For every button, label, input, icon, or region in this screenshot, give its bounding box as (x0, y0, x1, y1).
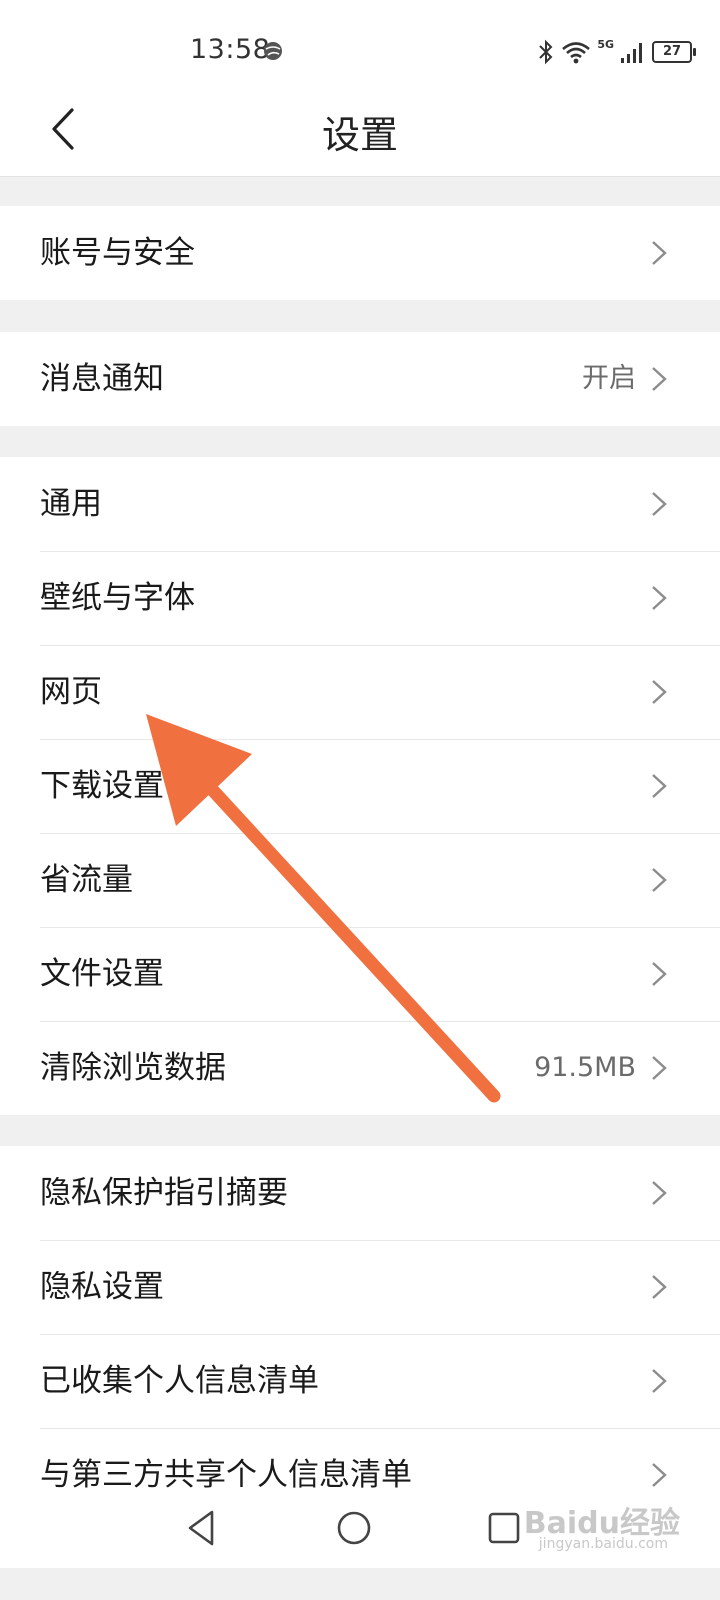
nav-home-icon[interactable] (332, 1506, 376, 1550)
settings-item-value: 开启 (582, 363, 636, 394)
settings-item-label: 隐私设置 (40, 1269, 164, 1305)
settings-group-notifications: 消息通知 开启 (0, 332, 720, 426)
settings-item-wallpaper-font[interactable]: 壁纸与字体 (0, 551, 720, 645)
settings-item-privacy-summary[interactable]: 隐私保护指引摘要 (0, 1146, 720, 1240)
chevron-right-icon (652, 1369, 667, 1393)
settings-item-notifications[interactable]: 消息通知 开启 (0, 332, 720, 426)
chevron-right-icon (652, 1275, 667, 1299)
settings-item-file[interactable]: 文件设置 (0, 927, 720, 1021)
settings-item-label: 消息通知 (40, 361, 164, 397)
page-title: 设置 (321, 113, 398, 157)
chevron-right-icon (652, 586, 667, 610)
settings-group-account: 账号与安全 (0, 206, 720, 300)
network-type: 5G (597, 37, 614, 51)
nav-back-icon[interactable] (180, 1506, 224, 1550)
settings-group-general: 通用 壁纸与字体 网页 下载设置 省流量 文件设置 清除浏览数据 91.5MB (0, 457, 720, 1115)
globe-icon (264, 42, 282, 60)
settings-item-general[interactable]: 通用 (0, 457, 720, 551)
chevron-right-icon (652, 680, 667, 704)
watermark-url: jingyan.baidu.com (538, 1536, 668, 1552)
settings-item-label: 壁纸与字体 (40, 580, 195, 616)
settings-item-webpage[interactable]: 网页 (0, 645, 720, 739)
signal-icon (621, 43, 642, 63)
chevron-right-icon (652, 1463, 667, 1487)
chevron-right-icon (652, 868, 667, 892)
settings-item-download[interactable]: 下载设置 (0, 739, 720, 833)
status-bar: 13:58 5G 27 (0, 0, 720, 96)
settings-item-label: 已收集个人信息清单 (40, 1363, 319, 1399)
app-header: 设置 (0, 84, 720, 177)
settings-item-data-saver[interactable]: 省流量 (0, 833, 720, 927)
settings-item-value: 91.5MB (534, 1052, 636, 1083)
settings-item-label: 文件设置 (40, 956, 164, 992)
settings-item-collected-info[interactable]: 已收集个人信息清单 (0, 1334, 720, 1428)
settings-item-label: 账号与安全 (40, 235, 195, 271)
chevron-right-icon (652, 241, 667, 265)
settings-item-label: 隐私保护指引摘要 (40, 1175, 288, 1211)
battery-icon: 27 (652, 41, 696, 63)
settings-item-privacy-settings[interactable]: 隐私设置 (0, 1240, 720, 1334)
chevron-right-icon (652, 367, 667, 391)
settings-group-privacy: 隐私保护指引摘要 隐私设置 已收集个人信息清单 与第三方共享个人信息清单 (0, 1146, 720, 1522)
settings-item-label: 网页 (40, 674, 102, 710)
settings-item-account-security[interactable]: 账号与安全 (0, 206, 720, 300)
settings-item-label: 通用 (40, 486, 102, 522)
settings-item-label: 省流量 (40, 862, 133, 898)
chevron-right-icon (652, 962, 667, 986)
nav-recents-icon[interactable] (482, 1506, 526, 1550)
chevron-right-icon (652, 492, 667, 516)
status-icons: 5G 27 (537, 37, 696, 66)
chevron-right-icon (652, 774, 667, 798)
bluetooth-icon (539, 39, 553, 65)
chevron-right-icon (652, 1181, 667, 1205)
settings-item-label: 下载设置 (40, 768, 164, 804)
settings-item-clear-browsing-data[interactable]: 清除浏览数据 91.5MB (0, 1021, 720, 1115)
wifi-icon (562, 42, 591, 64)
status-time: 13:58 (190, 34, 271, 65)
settings-item-label: 清除浏览数据 (40, 1050, 226, 1086)
chevron-right-icon (652, 1056, 667, 1080)
